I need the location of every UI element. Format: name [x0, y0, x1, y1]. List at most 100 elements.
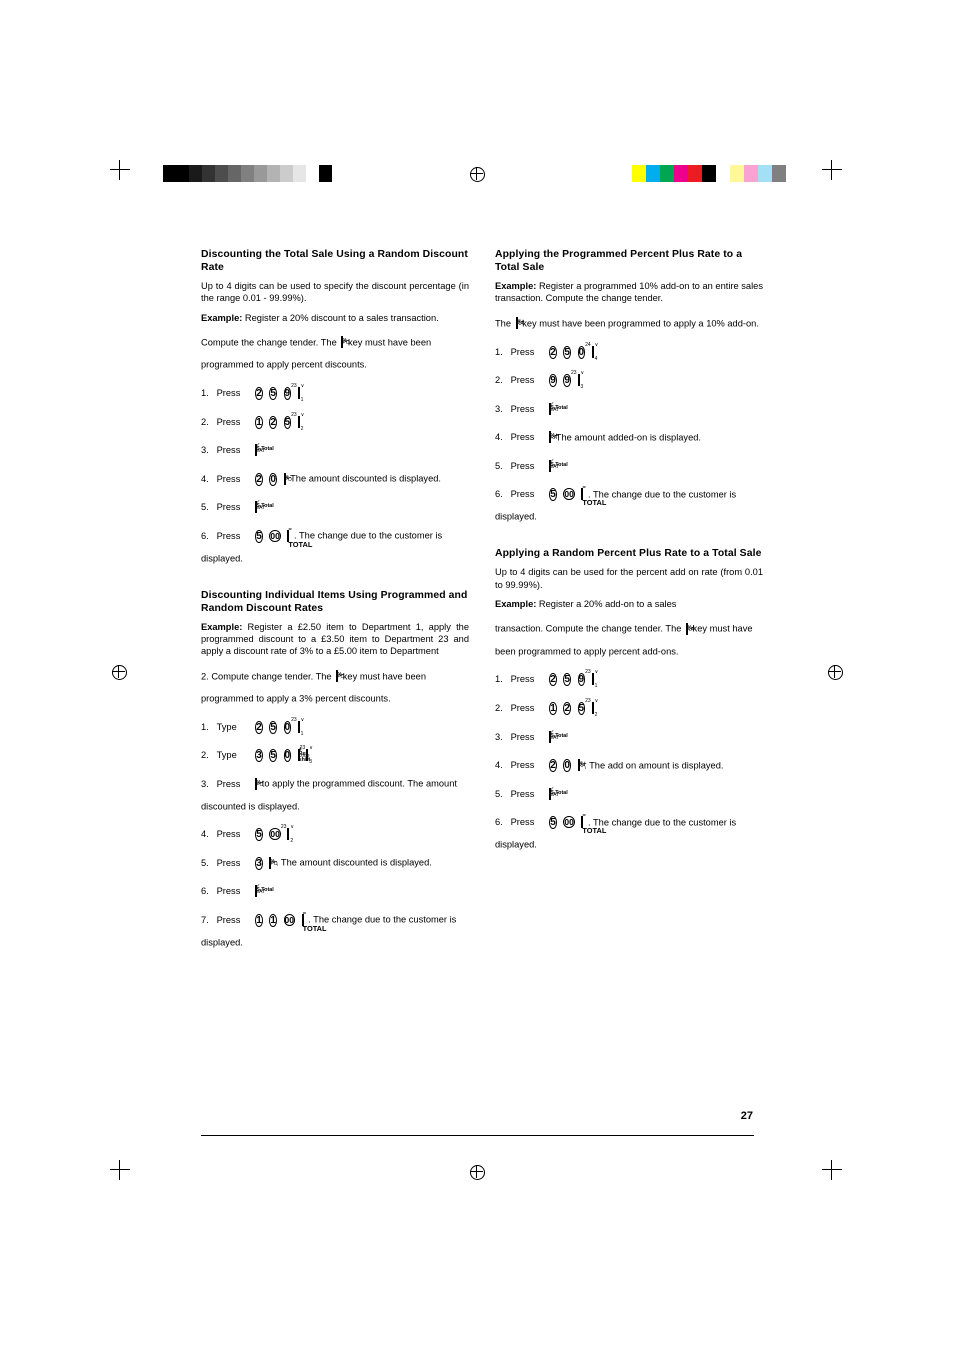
department-key-2[interactable]: 2 ∨ 23 — [585, 697, 598, 719]
key-dept-bottom-right: 23 — [291, 411, 297, 418]
department-key-4[interactable]: 4 ∨ 24 — [585, 341, 598, 363]
digit-key-2[interactable]: 2 — [549, 668, 557, 690]
digit-key-00[interactable]: 00 — [563, 811, 575, 833]
digit-key-2[interactable]: 2 — [255, 468, 263, 490]
total-key[interactable]: TOTAL = — [301, 909, 327, 933]
subtotal-key[interactable]: S.Total ✓ VAT — [255, 439, 274, 461]
step-r1-1: 1. Press 2 5 0 4 ∨ 24 — [495, 340, 763, 363]
digit-key-0[interactable]: 0 — [563, 754, 571, 776]
step-l1-6: 6. Press 5 00 TOTAL = . The change due to… — [201, 524, 469, 569]
digit-key-5[interactable]: 5 — [549, 483, 557, 505]
key-label: 2 — [549, 759, 557, 773]
digit-key-2[interactable]: 2 — [255, 716, 263, 738]
left-text-column: Discounting the Total Sale Using a Rando… — [201, 248, 469, 959]
department-key-2[interactable]: 2 ∨ 23 — [281, 823, 294, 845]
key-dept-bottom-right: 24 — [585, 341, 591, 348]
step-verb: Press — [216, 829, 241, 840]
digit-key-5[interactable]: 5 — [577, 697, 586, 719]
digit-key-5[interactable]: 5 — [549, 811, 557, 833]
percent-minus-key[interactable]: %- PO — [255, 773, 263, 795]
percent-minus-key[interactable]: %- PO — [336, 665, 344, 687]
percent-plus-key[interactable]: %+ RA — [549, 426, 558, 448]
digit-key-00[interactable]: 00 — [563, 483, 575, 505]
department-key-1[interactable]: 1 ∨ 23 — [585, 668, 598, 690]
digit-key-5[interactable]: 5 — [563, 668, 571, 690]
subtotal-key[interactable]: S.Total ✓ VAT — [549, 783, 568, 805]
key-dept-bottom-left: ∨ — [300, 411, 305, 418]
digit-key-0[interactable]: 0 — [269, 468, 277, 490]
digit-key-00[interactable]: 00 — [269, 525, 281, 547]
step-verb: Press — [216, 387, 241, 398]
heading-discount-total-random: Discounting the Total Sale Using a Rando… — [201, 249, 468, 273]
digit-key-9[interactable]: 9 — [563, 369, 571, 391]
step-number: 3. — [201, 445, 209, 456]
department-key-3[interactable]: 3 ∨ 23 — [571, 369, 584, 391]
percent-plus-key[interactable]: %+ RA — [515, 312, 525, 334]
key-label: 9 — [563, 374, 571, 388]
example-label: Example: — [201, 621, 243, 632]
department-key-1[interactable]: 1 ∨ 23 — [291, 382, 304, 404]
digit-key-1[interactable]: 1 — [269, 909, 277, 931]
digit-key-5[interactable]: 5 — [269, 744, 277, 766]
step-number: 6. — [495, 489, 503, 500]
colour-swatch — [702, 165, 716, 182]
digit-key-5[interactable]: 5 — [283, 411, 292, 433]
percent-plus-key[interactable]: %+ RA — [686, 618, 695, 640]
digit-key-5[interactable]: 5 — [269, 716, 277, 738]
digit-key-5[interactable]: 5 — [269, 382, 277, 404]
subtotal-key[interactable]: S.Total ✓ VAT — [255, 880, 274, 902]
digit-key-5[interactable]: 5 — [255, 823, 263, 845]
digit-key-9[interactable]: 9 — [577, 668, 586, 690]
digit-key-2[interactable]: 2 — [549, 341, 557, 363]
digit-key-00[interactable]: 00 — [269, 823, 281, 845]
digit-key-0[interactable]: 0 — [283, 744, 292, 766]
digit-key-1[interactable]: 1 — [549, 697, 557, 719]
grayscale-swatch — [319, 165, 332, 182]
step-number: 2. — [201, 416, 209, 427]
digit-key-0[interactable]: 0 — [283, 716, 292, 738]
digit-key-2[interactable]: 2 — [549, 754, 557, 776]
key-dept-bottom-left: ∨ — [309, 745, 313, 752]
total-key[interactable]: TOTAL = — [287, 525, 312, 549]
step-verb: Press — [216, 416, 241, 427]
digit-key-00[interactable]: 00 — [283, 909, 295, 931]
department-key-1[interactable]: 1 ∨ 23 — [291, 716, 304, 738]
digit-key-2[interactable]: 2 — [255, 382, 263, 404]
step-verb: Type — [216, 750, 237, 761]
percent-minus-key[interactable]: %- PO — [341, 331, 350, 353]
department-key-3[interactable]: 3 ∨ 23 — [300, 744, 313, 766]
subtotal-key[interactable]: S.Total ✓ VAT — [255, 496, 274, 518]
key-label: 0 — [283, 720, 292, 734]
digit-key-9[interactable]: 9 — [283, 382, 292, 404]
key-label: 2 — [255, 720, 263, 734]
percent-minus-key[interactable]: %- PO — [269, 852, 278, 874]
subtotal-key[interactable]: S.Total ✓ VAT — [549, 398, 568, 420]
percent-plus-key[interactable]: %+ RA — [577, 754, 586, 776]
digit-key-2[interactable]: 2 — [269, 411, 277, 433]
step-tail: The amount added-on is displayed. — [555, 432, 702, 443]
total-key[interactable]: TOTAL = — [581, 483, 606, 507]
percent-minus-key[interactable]: %- PO — [283, 468, 292, 490]
digit-key-0[interactable]: 0 — [577, 341, 586, 363]
grayscale-swatch — [189, 165, 202, 182]
digit-key-2[interactable]: 2 — [563, 697, 571, 719]
document-page: Discounting the Total Sale Using a Rando… — [0, 0, 954, 1350]
subtotal-key[interactable]: S.Total ✓ VAT — [549, 726, 568, 748]
digit-key-1[interactable]: 1 — [255, 909, 263, 931]
digit-key-1[interactable]: 1 — [255, 411, 263, 433]
total-key[interactable]: TOTAL = — [581, 811, 606, 835]
step-verb: Press — [216, 445, 241, 456]
step-verb: Press — [510, 702, 535, 713]
subtotal-key[interactable]: S.Total ✓ VAT — [549, 455, 568, 477]
example-discount-individual: Example: Register a £2.50 item to Depart… — [201, 621, 469, 658]
digit-key-5[interactable]: 5 — [255, 525, 263, 547]
digit-key-3[interactable]: 3 — [255, 852, 263, 874]
digit-key-3[interactable]: 3 — [255, 744, 263, 766]
department-key-2[interactable]: 2 ∨ 23 — [291, 411, 304, 433]
digit-key-9[interactable]: 9 — [549, 369, 557, 391]
key-label: 5 — [283, 415, 292, 429]
grayscale-swatch — [306, 165, 319, 182]
key-label: 1 — [255, 913, 263, 927]
digit-key-5[interactable]: 5 — [563, 341, 571, 363]
intro-discount-total-random: Up to 4 digits can be used to specify th… — [201, 281, 469, 304]
